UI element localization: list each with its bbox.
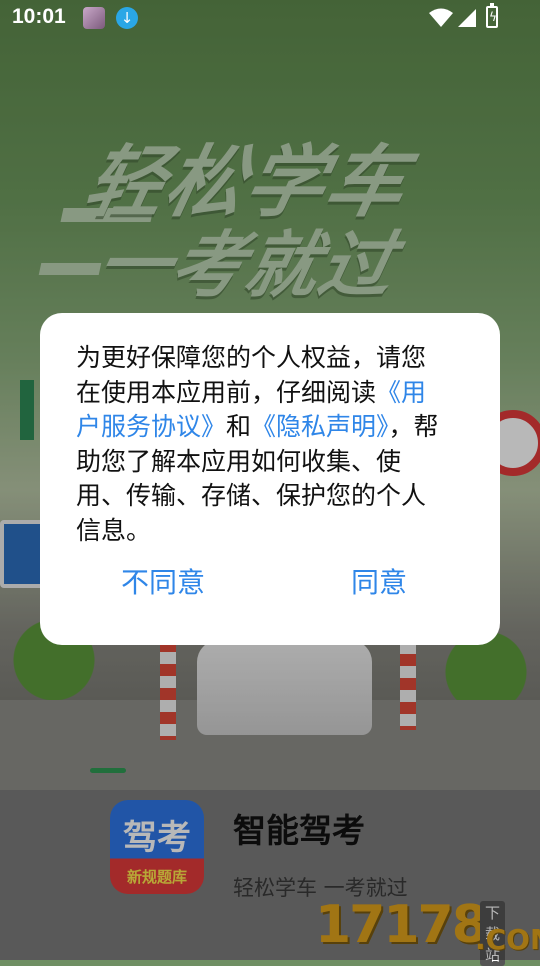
download-icon: ↓: [116, 7, 138, 29]
privacy-dialog: 为更好保障您的个人权益，请您在使用本应用前，仔细阅读《用户服务协议》和《隐私声明…: [40, 313, 500, 645]
agree-button[interactable]: 同意: [316, 555, 442, 611]
dialog-and-text: 和: [226, 412, 252, 441]
battery-charging-icon: ϟ: [486, 3, 498, 28]
signal-icon: [458, 9, 476, 27]
avatar-notification-icon: [83, 7, 105, 29]
status-time: 10:01: [12, 5, 66, 28]
privacy-policy-link[interactable]: 《隐私声明》: [251, 412, 389, 441]
dialog-intro-text: 为更好保障您的个人权益，请您在使用本应用前，仔细阅读: [76, 343, 427, 407]
dialog-message: 为更好保障您的个人权益，请您在使用本应用前，仔细阅读《用户服务协议》和《隐私声明…: [76, 341, 446, 548]
disagree-button[interactable]: 不同意: [100, 555, 226, 611]
status-bar: 10:01 ↓ ϟ: [0, 0, 540, 36]
wifi-icon: [429, 8, 453, 27]
